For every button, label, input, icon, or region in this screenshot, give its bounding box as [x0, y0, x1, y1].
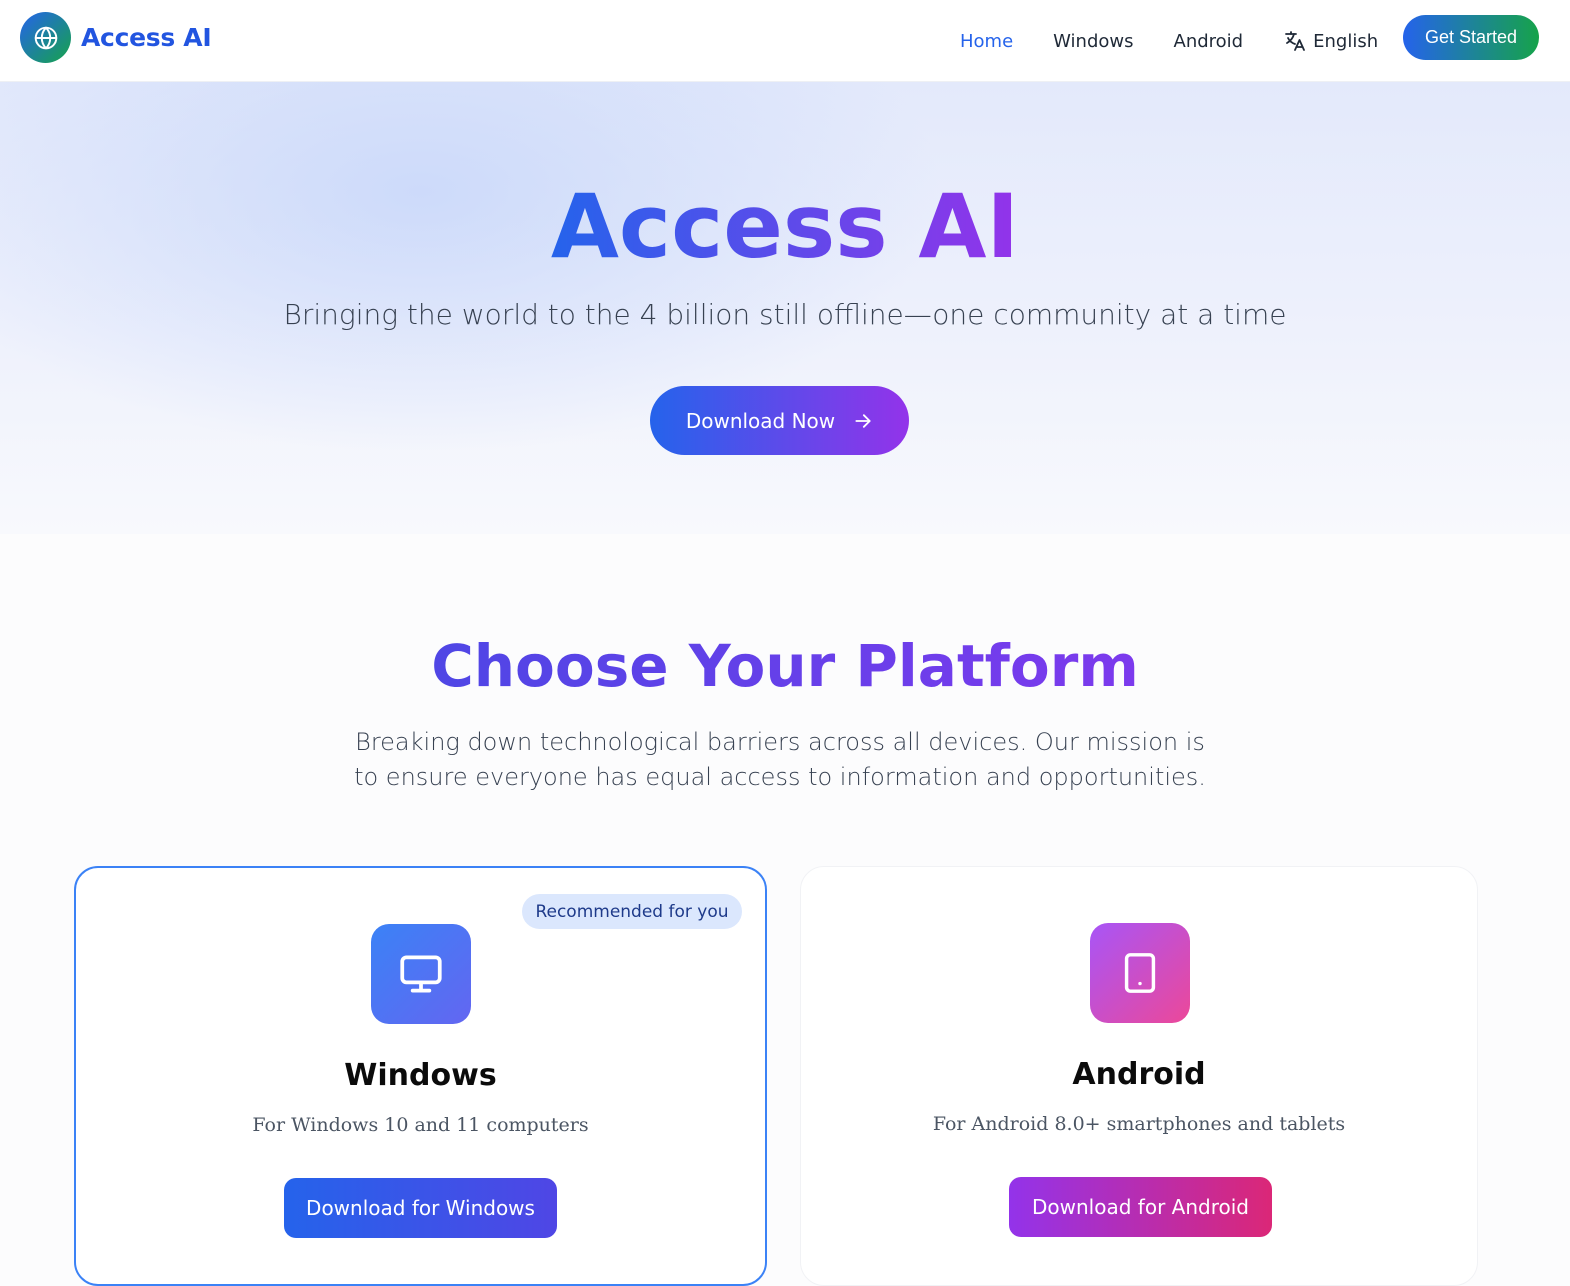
- windows-card-title: Windows: [344, 1058, 497, 1093]
- section-description: Breaking down technological barriers acr…: [354, 728, 1206, 791]
- top-navbar: Access AI Home Windows Android English G…: [0, 0, 1570, 82]
- globe-icon: [20, 12, 71, 63]
- hero-title-text: Access AI: [550, 175, 1020, 278]
- brand[interactable]: Access AI: [20, 12, 212, 63]
- hero-section: Access AI Bringing the world to the 4 bi…: [0, 82, 1570, 534]
- hero-title: Access AI: [0, 182, 1570, 272]
- main-nav: Home Windows Android English: [960, 0, 1378, 82]
- download-now-label: Download Now: [685, 408, 836, 433]
- brand-name: Access AI: [81, 23, 212, 52]
- tablet-icon: [1090, 923, 1190, 1023]
- arrow-right-icon: [855, 413, 871, 428]
- monitor-icon: [371, 924, 471, 1024]
- nav-link-windows[interactable]: Windows: [1053, 31, 1133, 52]
- android-card: Android For Android 8.0+ smartphones and…: [800, 866, 1478, 1286]
- windows-requirements: For Windows 10 and 11 computers: [252, 1114, 589, 1136]
- get-started-button[interactable]: Get Started: [1403, 15, 1539, 60]
- translate-icon: [1285, 31, 1306, 51]
- section-title: Choose Your Platform: [0, 632, 1570, 700]
- recommended-badge: Recommended for you: [522, 894, 742, 929]
- download-now-button[interactable]: Download Now: [650, 386, 909, 455]
- section-title-text: Choose Your Platform: [431, 632, 1139, 700]
- android-card-title: Android: [1072, 1057, 1206, 1092]
- hero-subtitle: Bringing the world to the 4 billion stil…: [283, 298, 1287, 331]
- nav-link-home[interactable]: Home: [960, 31, 1013, 52]
- language-selector[interactable]: English: [1283, 29, 1378, 53]
- android-requirements: For Android 8.0+ smartphones and tablets: [932, 1113, 1346, 1135]
- windows-card: Recommended for you Windows For Windows …: [74, 866, 767, 1286]
- language-label: English: [1313, 30, 1379, 52]
- nav-link-android[interactable]: Android: [1174, 31, 1244, 52]
- download-windows-button[interactable]: Download for Windows: [284, 1178, 557, 1238]
- download-android-button[interactable]: Download for Android: [1009, 1177, 1272, 1237]
